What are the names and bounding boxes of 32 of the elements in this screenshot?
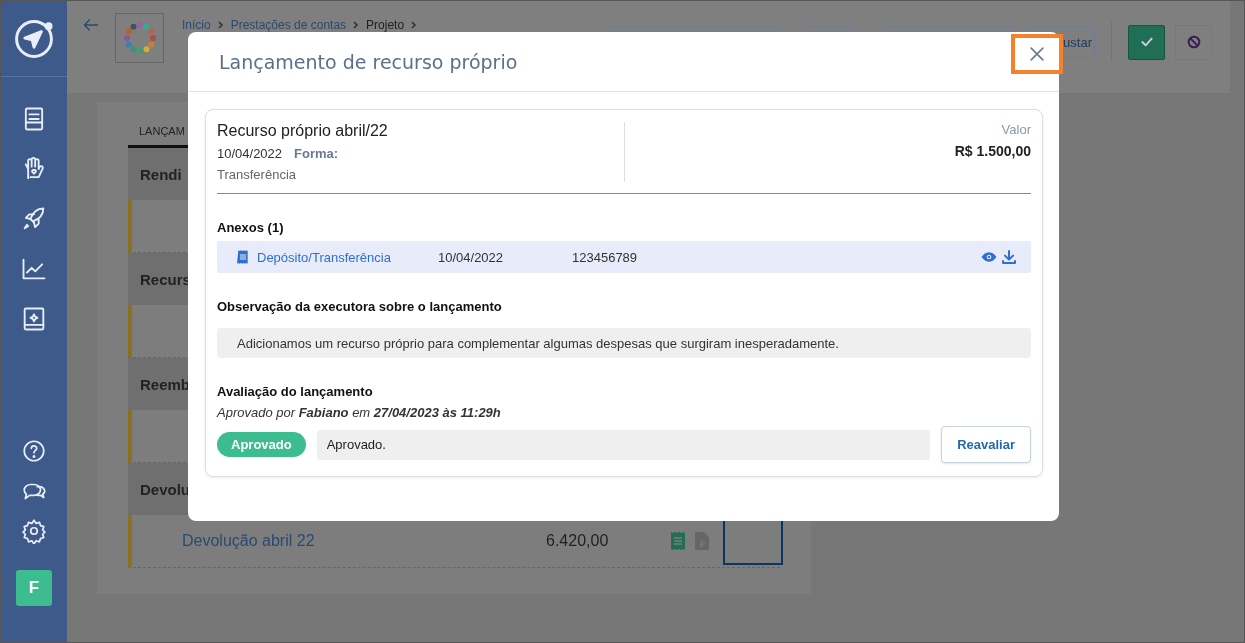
receipt-icon [235, 249, 251, 265]
value-amount: R$ 1.500,00 [954, 143, 1031, 159]
help-icon[interactable] [21, 438, 47, 464]
download-icon[interactable] [1001, 249, 1017, 265]
chevron-icon [352, 21, 361, 29]
section-title: Avaliação do lançamento [217, 384, 374, 399]
settings-icon[interactable] [21, 518, 47, 544]
breadcrumb-link[interactable]: Projeto [366, 18, 405, 32]
approve-button[interactable] [1128, 24, 1165, 60]
note-text: Adicionamos um recurso próprio para complementar algumas despesas que surgiram inesperadamente. [217, 328, 1031, 358]
breadcrumb-link[interactable]: Prestações de contas [230, 18, 347, 32]
reevaluate-button[interactable]: Reavaliar [941, 426, 1031, 463]
eye-icon[interactable] [981, 249, 997, 265]
close-button[interactable] [1011, 34, 1063, 74]
user-avatar[interactable]: F [16, 570, 52, 606]
value-label: Valor [1001, 122, 1031, 137]
amount: 6.420,00 [546, 532, 610, 550]
entry-name: Recurso próprio abril/22 [217, 122, 389, 140]
ban-icon [1185, 34, 1202, 50]
form-label: Forma: [294, 146, 339, 161]
comment-field[interactable]: Aprovado. [316, 429, 931, 460]
organization-logo [115, 13, 164, 63]
chevron-icon [410, 21, 419, 29]
form-value: Transferência [217, 167, 297, 182]
modal-title: Lançamento de recurso próprio [219, 50, 518, 73]
chevron-icon [216, 21, 225, 29]
breadcrumb-link[interactable]: Início [182, 18, 211, 32]
section-title: Anexos (1) [217, 220, 285, 235]
close-icon [1027, 44, 1047, 64]
entry-date: 10/04/2022 [217, 146, 283, 161]
block-button[interactable] [1175, 24, 1212, 60]
status-badge: Aprovado [217, 432, 306, 457]
